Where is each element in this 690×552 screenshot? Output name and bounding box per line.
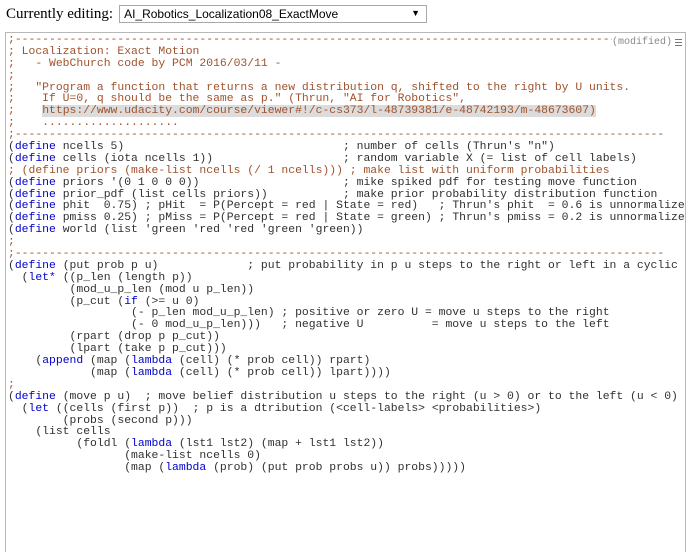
code-editor[interactable]: (modified) ;----------------------------… — [5, 32, 686, 552]
code-token: define — [14, 200, 56, 213]
code-token: ( — [8, 390, 15, 403]
code-token: ( — [8, 355, 43, 368]
code-line: ; - WebChurch code by PCM 2016/03/11 - — [8, 57, 685, 71]
code-token: lambda — [131, 366, 173, 379]
code-token: ( — [8, 188, 15, 201]
code-token: (map ( — [8, 366, 132, 379]
code-token: ; — [8, 69, 15, 82]
code-token: (lpart (take p p_cut))) — [8, 343, 227, 356]
code-token: lambda — [131, 438, 173, 451]
code-token: ; (define priors (make-list ncells (/ 1 … — [8, 164, 610, 177]
code-token: ( — [8, 200, 15, 213]
code-token: ;---------------------------------------… — [8, 248, 665, 261]
code-token: let — [28, 402, 50, 415]
code-token: define — [14, 152, 56, 165]
modified-status: (modified) — [611, 37, 672, 48]
code-area[interactable]: ;---------------------------------------… — [8, 34, 686, 487]
code-token: define — [14, 176, 56, 189]
code-token: define — [14, 141, 56, 154]
code-token: define — [14, 224, 56, 237]
code-token: (map ( — [8, 462, 166, 475]
code-token: ; If U=0, q should be the same as p." (T… — [8, 93, 466, 106]
code-token: ( — [8, 176, 15, 189]
code-token: ; — [8, 105, 43, 118]
code-token: world (list 'green 'red 'red 'green 'gre… — [55, 224, 364, 237]
code-token: ( — [8, 152, 15, 165]
chevron-down-icon: ▼ — [411, 8, 421, 18]
code-token: define — [14, 259, 56, 272]
code-token: define — [14, 212, 56, 225]
code-token: prior_pdf (list cells priors)) ; make pr… — [55, 188, 658, 201]
editor-status: (modified) — [611, 37, 682, 48]
currently-editing-label: Currently editing: — [6, 5, 114, 22]
code-token: (probs (second p))) — [8, 414, 193, 427]
code-token: ; — [8, 236, 15, 249]
code-token: (p_cut ( — [8, 295, 125, 308]
code-token: (rpart (drop p p_cut)) — [8, 331, 220, 344]
file-select-dropdown[interactable]: AI_Robotics_Localization08_ExactMove ▼ — [119, 5, 428, 23]
code-token: (- p_len mod_u_p_len) ; positive or zero… — [8, 307, 610, 320]
code-token: define — [14, 188, 56, 201]
code-token: ( — [8, 141, 15, 154]
code-token: ; "Program a function that returns a new… — [8, 81, 631, 94]
code-token: (move p u) ; move belief distribution u … — [55, 390, 686, 403]
code-token: ; — [8, 378, 15, 391]
code-token: (>= u 0) — [137, 295, 200, 308]
code-token: if — [124, 295, 138, 308]
code-token: cells (iota ncells 1)) ; random variable… — [55, 152, 637, 165]
code-line: (define world (list 'green 'red 'red 'gr… — [8, 224, 685, 237]
code-token: (put prob p u) ; put probability in p u … — [55, 259, 686, 272]
code-token: ( — [8, 271, 29, 284]
code-line: (map (lambda (cell) (* prob cell)) lpart… — [8, 366, 685, 380]
code-token: append — [42, 355, 84, 368]
code-token: lambda — [131, 355, 173, 368]
code-token: ( — [8, 212, 15, 225]
code-token: (foldl ( — [8, 438, 132, 451]
menu-icon[interactable] — [675, 39, 682, 46]
code-token: lambda — [165, 462, 207, 475]
code-token: let* — [28, 271, 56, 284]
code-token: ((p_len (length p)) — [55, 271, 193, 284]
code-token: ;---------------------------------------… — [8, 34, 665, 46]
code-token: (- 0 mod_u_p_len))) ; negative U = move … — [8, 319, 610, 332]
code-token: priors '(0 1 0 0 0)) ; mike spiked pdf f… — [55, 176, 637, 189]
code-token: (map ( — [83, 355, 132, 368]
code-token: ((cells (first p)) ; p is a dtribution (… — [49, 402, 542, 415]
top-bar: Currently editing: AI_Robotics_Localizat… — [6, 2, 428, 26]
code-token: (mod_u_p_len (mod u p_len)) — [8, 283, 255, 296]
code-token: pmiss 0.25) ; pMiss = P(Percept = red | … — [55, 212, 686, 225]
code-token: phit 0.75) ; pHit = P(Percept = red | St… — [55, 200, 686, 213]
code-token: ; Localization: Exact Motion — [8, 45, 200, 58]
code-token: ; .................... — [8, 117, 179, 130]
code-token: (list cells — [8, 426, 111, 439]
code-token: ( — [8, 402, 29, 415]
code-token: define — [14, 390, 56, 403]
code-token: ( — [8, 224, 15, 237]
code-token: ncells 5) ; number of cells (Thrun's "n"… — [55, 141, 555, 154]
code-line: (map (lambda (prob) (put prob probs u)) … — [8, 462, 685, 475]
code-token: (cell) (* prob cell)) lpart)))) — [172, 366, 391, 379]
code-token: ( — [8, 259, 15, 272]
selected-file-name: AI_Robotics_Localization08_ExactMove — [124, 7, 339, 21]
code-token: (cell) (* prob cell)) rpart) — [172, 355, 371, 368]
code-token: (lst1 lst2) (map + lst1 lst2)) — [172, 438, 384, 451]
code-token: ;---------------------------------------… — [8, 129, 665, 142]
code-token: ; - WebChurch code by PCM 2016/03/11 - — [8, 57, 282, 70]
code-token: (make-list ncells 0) — [8, 450, 261, 463]
code-link[interactable]: https://www.udacity.com/course/viewer#!/… — [42, 105, 596, 118]
code-token: (prob) (put prob probs u)) probs))))) — [206, 462, 466, 475]
